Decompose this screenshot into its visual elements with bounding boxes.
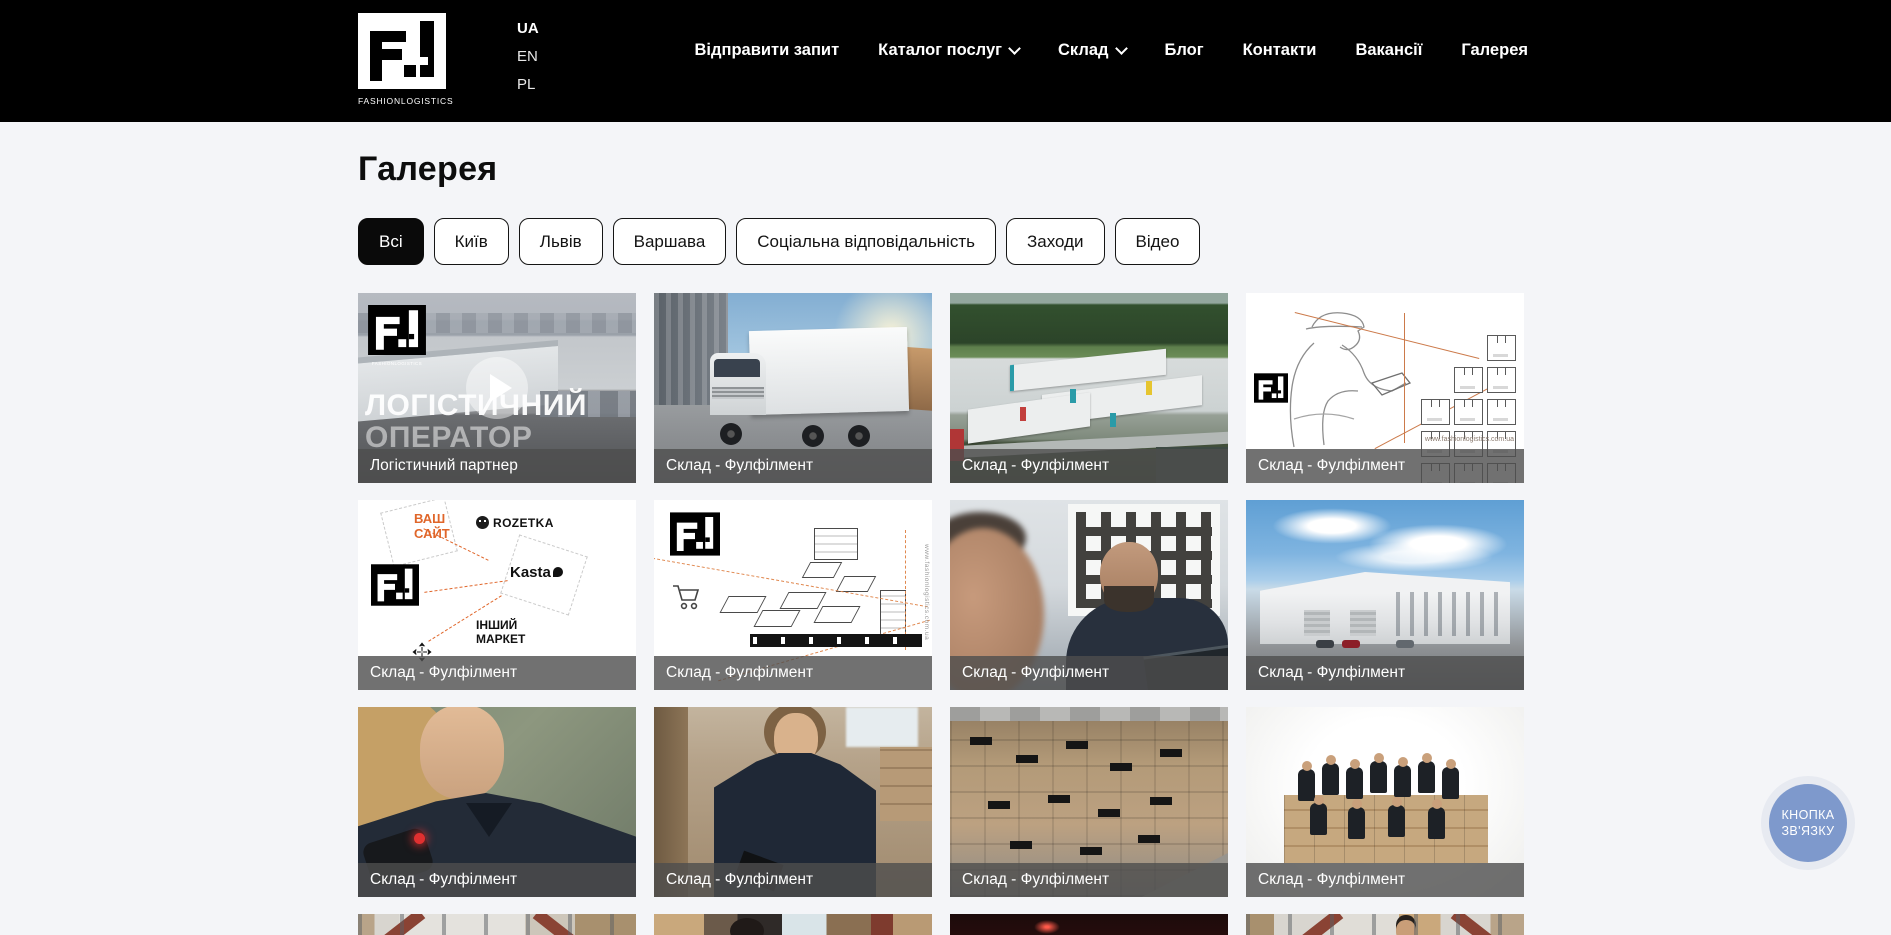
gallery-item-caption: Склад - Фулфілмент (950, 863, 1228, 897)
language-switcher: UA EN PL (517, 20, 539, 94)
nav-contacts[interactable]: Контакти (1243, 41, 1317, 60)
nav-catalog[interactable]: Каталог послуг (878, 41, 1019, 60)
nav-label: Вакансії (1355, 41, 1422, 59)
filter-kyiv[interactable]: Київ (434, 218, 509, 265)
filter-all[interactable]: Всі (358, 218, 424, 265)
gallery-item[interactable]: Склад - Фулфілмент (950, 500, 1228, 690)
gallery-item-caption: Склад - Фулфілмент (950, 656, 1228, 690)
nav-label: Контакти (1243, 41, 1317, 59)
gallery-item[interactable] (654, 914, 932, 935)
gallery-item[interactable]: Склад - Фулфілмент (1246, 500, 1524, 690)
dark-warehouse-photo (950, 914, 1228, 935)
filter-events[interactable]: Заходи (1006, 218, 1105, 265)
marketplace-strip (750, 634, 922, 647)
filter-social[interactable]: Соціальна відповідальність (736, 218, 996, 265)
gallery-item[interactable]: FASHIONLOGISTICS www.fashionlogistics.co… (654, 500, 932, 690)
gallery-item[interactable] (358, 914, 636, 935)
gallery-item-caption: Склад - Фулфілмент (358, 863, 636, 897)
lang-pl[interactable]: PL (517, 76, 539, 94)
page-title: Галерея (358, 150, 497, 189)
contact-button-label: КНОПКА (1781, 807, 1834, 823)
header: FASHIONLOGISTICS UA EN PL Відправити зап… (0, 0, 1891, 122)
nav-blog[interactable]: Блог (1165, 41, 1204, 60)
gallery-item[interactable]: Склад - Фулфілмент (654, 293, 932, 483)
kasta-logo: Kasta (510, 564, 563, 581)
gallery-item[interactable] (1246, 914, 1524, 935)
filter-lviv[interactable]: Львів (519, 218, 603, 265)
gallery-item[interactable] (950, 914, 1228, 935)
contact-button[interactable]: КНОПКА ЗВ'ЯЗКУ (1769, 784, 1847, 862)
gallery-item-caption: Склад - Фулфілмент (1246, 449, 1524, 483)
gallery-item[interactable]: Склад - Фулфілмент (950, 707, 1228, 897)
nav-warehouse[interactable]: Склад (1058, 41, 1126, 60)
lang-ua[interactable]: UA (517, 20, 539, 38)
nav-label: Відправити запит (695, 41, 840, 59)
page: FASHIONLOGISTICS UA EN PL Відправити зап… (0, 0, 1891, 935)
contact-button-label: ЗВ'ЯЗКУ (1781, 823, 1834, 839)
url-text-vertical: www.fashionlogistics.com.ua (923, 544, 930, 640)
nav-label: Блог (1165, 41, 1204, 59)
gallery-item[interactable]: ВАШ САЙТ ROZETKA Kasta ІНШИЙ МАРКЕТ FASH… (358, 500, 636, 690)
gallery-item-caption: Склад - Фулфілмент (950, 449, 1228, 483)
nav-label: Галерея (1461, 41, 1528, 59)
logo[interactable]: FASHIONLOGISTICS (358, 13, 448, 106)
play-icon[interactable] (466, 357, 528, 419)
nav-label: Каталог послуг (878, 41, 1002, 59)
brand-logo-overlay: FASHIONLOGISTICS (370, 564, 420, 617)
gallery-item[interactable]: Склад - Фулфілмент (1246, 707, 1524, 897)
url-text: www.fashionlogistics.com.ua (1425, 436, 1514, 443)
gallery-item-caption: Склад - Фулфілмент (1246, 863, 1524, 897)
brand-logo-overlay: FASHIONLOGISTICS (670, 512, 720, 567)
gallery-item[interactable]: www.fashionlogistics.com.ua Склад - Фулф… (1246, 293, 1524, 483)
gallery-item-caption: Склад - Фулфілмент (654, 656, 932, 690)
gallery-item-video[interactable]: FASHIONLOGISTICS ЛОГІСТИЧНИЙ ОПЕРАТОР Ло… (358, 293, 636, 483)
chevron-down-icon (1115, 42, 1128, 55)
filter-warsaw[interactable]: Варшава (613, 218, 727, 265)
warehouse-photo (654, 914, 932, 935)
rozetka-logo: ROZETKA (476, 516, 554, 530)
gallery-item-caption: Логістичний партнер (358, 449, 636, 483)
nav-send-request[interactable]: Відправити запит (695, 41, 840, 60)
gallery-item-caption: Склад - Фулфілмент (358, 656, 636, 690)
logo-wordmark: FASHIONLOGISTICS (358, 96, 448, 106)
brand-logo-overlay: FASHIONLOGISTICS (368, 305, 426, 366)
nav-vacancies[interactable]: Вакансії (1355, 41, 1422, 60)
label-other-market: ІНШИЙ МАРКЕТ (476, 618, 525, 647)
gallery-item-caption: Склад - Фулфілмент (1246, 656, 1524, 690)
filter-video[interactable]: Відео (1115, 218, 1201, 265)
gallery-item-caption: Склад - Фулфілмент (654, 449, 932, 483)
gallery-item[interactable]: Склад - Фулфілмент (950, 293, 1228, 483)
nav-label: Склад (1058, 41, 1109, 59)
chevron-down-icon (1008, 42, 1021, 55)
label-your-site: ВАШ САЙТ (414, 511, 450, 541)
gallery-item[interactable]: Склад - Фулфілмент (654, 707, 932, 897)
gallery-grid: FASHIONLOGISTICS ЛОГІСТИЧНИЙ ОПЕРАТОР Ло… (358, 293, 1524, 935)
warehouse-rack-photo (358, 914, 636, 935)
gallery-filters: Всі Київ Львів Варшава Соціальна відпові… (358, 218, 1200, 265)
logo-mark-icon (358, 76, 446, 93)
brand-logo-overlay (1254, 373, 1288, 408)
lang-en[interactable]: EN (517, 48, 539, 66)
gallery-item-caption: Склад - Фулфілмент (654, 863, 932, 897)
nav-gallery[interactable]: Галерея (1461, 41, 1528, 60)
gallery-item[interactable]: Склад - Фулфілмент (358, 707, 636, 897)
warehouse-rack-photo (1246, 914, 1524, 935)
main-nav: Відправити запит Каталог послуг Склад Бл… (695, 0, 1528, 100)
cart-icon (672, 584, 702, 610)
